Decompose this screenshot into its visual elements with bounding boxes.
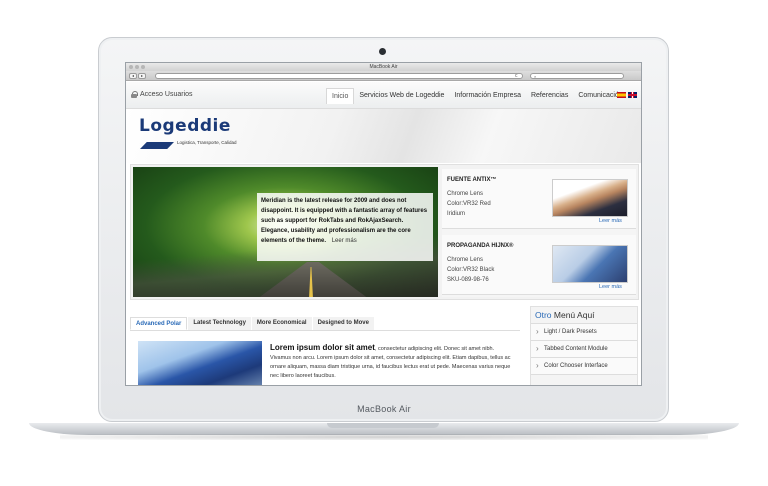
uk-flag-icon[interactable] [628,92,637,98]
laptop-shadow [60,434,708,440]
product-card: PROPAGANDA HIJNX® Chrome Lens Color:VR32… [442,235,636,295]
article-body: Lorem ipsum dolor sit amet, consectetur … [270,343,515,381]
window-title: MacBook Air [369,64,398,70]
site-tagline: Logistica, Transporte, Calidad [177,140,237,145]
url-input[interactable] [155,73,523,79]
es-flag-icon[interactable] [617,92,626,98]
side-menu: Otro Menú Aquí Light / Dark Presets Tabb… [530,306,638,385]
menu-item-referencias[interactable]: Referencias [526,88,573,104]
article-title: Lorem ipsum dolor sit amet [270,343,375,352]
tabbed-module: Advanced Polar Latest Technology More Ec… [130,317,520,385]
browser-screen: MacBook Air ◂ ▸ c ⌕ Acceso Usuarios Inic… [125,62,642,386]
side-menu-item-tabbed[interactable]: Tabbed Content Module [531,341,637,358]
road-image [253,262,373,297]
tab-bar: Advanced Polar Latest Technology More Ec… [130,317,520,331]
product-line: Chrome Lens [447,191,484,197]
user-access-link[interactable]: Acceso Usuarios [131,91,193,98]
site-header: Logeddie Logistica, Transporte, Calidad [126,109,641,163]
reload-icon[interactable]: c [515,73,518,79]
tab-article: Lorem ipsum dolor sit amet, consectetur … [138,341,516,385]
product-line: Chrome Lens [447,257,484,263]
browser-toolbar: ◂ ▸ c ⌕ [126,71,641,81]
tab-advanced-polar[interactable]: Advanced Polar [130,317,188,330]
side-menu-title: Otro Menú Aquí [531,307,637,324]
language-switcher [617,92,637,98]
user-access-label: Acceso Usuarios [140,91,193,98]
menu-item-informacion[interactable]: Información Empresa [449,88,526,104]
product-title: PROPAGANDA HIJNX® [447,243,514,249]
side-menu-item-color[interactable]: Color Chooser Interface [531,358,637,375]
tab-latest-technology[interactable]: Latest Technology [188,317,251,330]
device-brand-label: MacBook Air [357,404,411,414]
calculator-image[interactable] [552,245,628,283]
tab-more-economical[interactable]: More Economical [251,317,312,330]
product-line: Color:VR32 Red [447,201,491,207]
product-more-link[interactable]: Leer más [599,284,622,290]
search-icon: ⌕ [534,74,537,79]
laptop-notch [327,423,439,428]
search-input[interactable]: ⌕ [530,73,624,79]
site-logo[interactable]: Logeddie [139,116,231,136]
slideshow[interactable]: Meridian is the latest release for 2009 … [133,167,438,297]
product-line: Iridium [447,211,466,217]
main-nav: Acceso Usuarios Inicio Servicios Web de … [126,82,641,109]
window-titlebar: MacBook Air [126,63,641,71]
forward-button[interactable]: ▸ [138,73,146,79]
top-menu: Inicio Servicios Web de Logeddie Informa… [326,88,628,104]
product-title: FUENTE ANTIX™ [447,177,497,183]
truck-image [138,341,262,385]
product-panel: FUENTE ANTIX™ Chrome Lens Color:VR32 Red… [442,169,636,297]
slide-more-link[interactable]: Leer más [332,238,357,244]
product-line: Color:VR32 Black [447,267,495,273]
handshake-image[interactable] [552,179,628,217]
camera-icon [379,48,386,55]
menu-item-inicio[interactable]: Inicio [326,88,355,104]
side-menu-item-presets[interactable]: Light / Dark Presets [531,324,637,341]
truck-icon [140,142,174,149]
tab-designed-to-move[interactable]: Designed to Move [312,317,374,330]
product-more-link[interactable]: Leer más [599,218,622,224]
back-button[interactable]: ◂ [129,73,137,79]
featured-area: Meridian is the latest release for 2009 … [130,164,639,300]
window-controls[interactable] [129,65,145,69]
product-line: SKU-089-98-76 [447,277,489,283]
menu-item-servicios[interactable]: Servicios Web de Logeddie [354,88,449,104]
lock-icon [131,91,138,98]
slide-caption: Meridian is the latest release for 2009 … [257,193,433,261]
product-card: FUENTE ANTIX™ Chrome Lens Color:VR32 Red… [442,169,636,229]
